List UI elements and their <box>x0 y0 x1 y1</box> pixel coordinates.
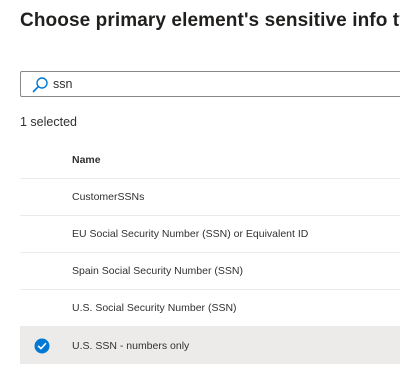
row-name: U.S. Social Security Number (SSN) <box>72 302 237 314</box>
table-row-selected[interactable]: U.S. SSN - numbers only <box>20 327 400 364</box>
row-name: CustomerSSNs <box>72 191 145 203</box>
row-name: U.S. SSN - numbers only <box>72 339 190 352</box>
search-box[interactable] <box>20 71 400 97</box>
checkmark-circle-icon[interactable] <box>34 338 50 354</box>
selected-count: 1 selected <box>20 115 77 129</box>
table-row[interactable]: U.S. Social Security Number (SSN) <box>20 290 400 327</box>
search-icon <box>32 77 48 93</box>
results-list: Name CustomerSSNs EU Social Security Num… <box>20 141 400 364</box>
table-row[interactable]: CustomerSSNs <box>20 179 400 216</box>
search-input[interactable] <box>53 72 393 96</box>
row-name: EU Social Security Number (SSN) or Equiv… <box>72 228 309 240</box>
column-header-name[interactable]: Name <box>72 141 101 178</box>
table-row[interactable]: EU Social Security Number (SSN) or Equiv… <box>20 216 400 253</box>
table-header-row: Name <box>20 141 400 179</box>
table-row[interactable]: Spain Social Security Number (SSN) <box>20 253 400 290</box>
row-name: Spain Social Security Number (SSN) <box>72 265 243 277</box>
page-title: Choose primary element's sensitive info … <box>20 10 400 31</box>
sensitive-info-type-picker: Choose primary element's sensitive info … <box>0 0 400 368</box>
